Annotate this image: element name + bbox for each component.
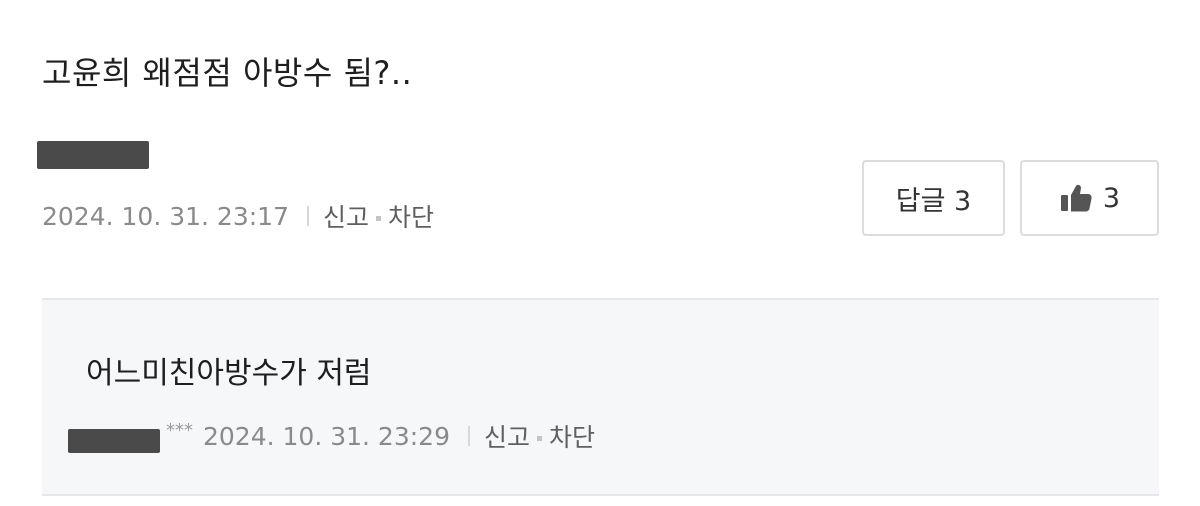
- reply-report-link[interactable]: 신고: [484, 418, 530, 454]
- meta-dot-separator: [537, 435, 542, 441]
- comment-text: 고윤희 왜점점 아방수 됨?..: [42, 54, 413, 92]
- redacted-author-name: [37, 141, 149, 169]
- reply-count-button[interactable]: 답글 3: [862, 160, 1005, 236]
- like-count: 3: [1102, 182, 1121, 214]
- report-link[interactable]: 신고: [323, 198, 369, 234]
- reply-count-label: 답글 3: [895, 185, 972, 217]
- reply-text: 어느미친아방수가 저럼: [86, 356, 372, 391]
- comment-meta: 2024. 10. 31. 23:17 신고 차단: [42, 198, 434, 234]
- meta-dot-separator: [376, 215, 381, 221]
- thumbs-up-icon: [1059, 183, 1093, 213]
- redacted-reply-author: [68, 429, 160, 453]
- reply-author-mask: ***: [166, 419, 193, 441]
- reply-block-link[interactable]: 차단: [549, 418, 595, 454]
- reply-timestamp: 2024. 10. 31. 23:29: [203, 421, 450, 451]
- meta-divider: [467, 426, 470, 446]
- like-button[interactable]: 3: [1020, 160, 1159, 236]
- reply-item: 어느미친아방수가 저럼 *** 2024. 10. 31. 23:29 신고 차…: [42, 298, 1159, 496]
- block-link[interactable]: 차단: [388, 198, 434, 234]
- reply-meta: *** 2024. 10. 31. 23:29 신고 차단: [166, 418, 595, 454]
- comment-timestamp: 2024. 10. 31. 23:17: [42, 201, 289, 231]
- meta-divider: [306, 206, 309, 226]
